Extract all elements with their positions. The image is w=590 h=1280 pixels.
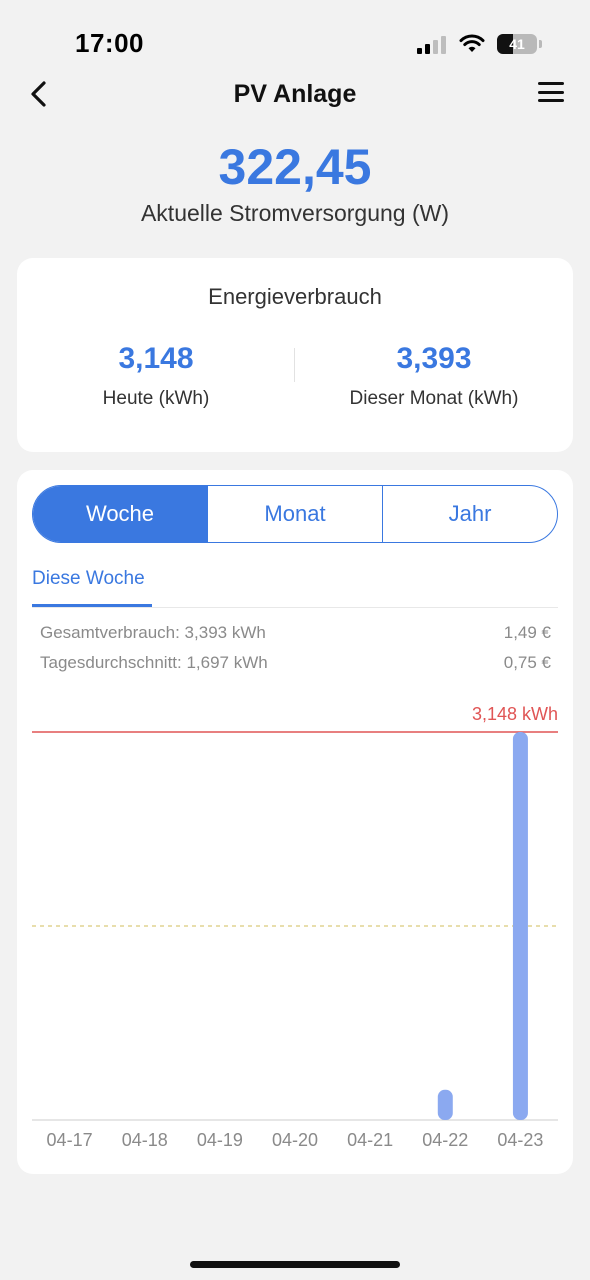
x-tick-label: 04-21 xyxy=(347,1130,393,1150)
tab-jahr[interactable]: Jahr xyxy=(382,486,557,542)
subtab-diese-woche[interactable]: Diese Woche xyxy=(32,568,145,590)
period-segmented-control: Woche Monat Jahr xyxy=(32,485,558,543)
max-value-label: 3,148 kWh xyxy=(472,704,558,724)
x-tick-label: 04-23 xyxy=(497,1130,543,1150)
cellular-signal-icon xyxy=(417,34,447,54)
tab-woche[interactable]: Woche xyxy=(33,486,207,542)
x-tick-label: 04-17 xyxy=(47,1130,93,1150)
weekly-bar-chart: 3,148 kWh 04-17 04-18 04-19 04-20 04-21 04-22 0… xyxy=(32,704,558,1150)
energy-card-title: Energieverbrauch xyxy=(208,284,382,309)
x-tick-label: 04-19 xyxy=(197,1130,243,1150)
page-title: PV Anlage xyxy=(233,80,357,108)
month-value: 3,393 xyxy=(396,342,472,375)
today-stat: 3,148 Heute (kWh) xyxy=(17,342,295,410)
average-summary-row: Tagesdurchschnitt: 1,697 kWh 0,75 € xyxy=(40,653,551,673)
hamburger-menu-icon[interactable] xyxy=(538,80,564,104)
total-cost: 1,49 € xyxy=(503,623,551,642)
battery-level: 41 xyxy=(509,36,525,52)
x-tick-label: 04-22 xyxy=(422,1130,468,1150)
nav-bar: PV Anlage xyxy=(0,70,590,118)
battery-icon: 41 xyxy=(497,34,537,54)
today-value: 3,148 xyxy=(118,342,194,375)
current-power-value: 322,45 xyxy=(218,139,372,195)
chart-bar-04-23 xyxy=(512,732,528,1120)
total-consumption-label: Gesamtverbrauch: 3,393 kWh xyxy=(40,623,266,642)
daily-average-label: Tagesdurchschnitt: 1,697 kWh xyxy=(40,653,268,672)
current-power-label: Aktuelle Stromversorgung (W) xyxy=(140,200,450,226)
x-tick-label: 04-18 xyxy=(122,1130,168,1150)
energy-consumption-card: Energieverbrauch 3,148 Heute (kWh) 3,393… xyxy=(17,258,573,452)
average-cost: 0,75 € xyxy=(503,653,551,672)
chart-bar-04-22 xyxy=(437,1089,453,1120)
month-stat: 3,393 Dieser Monat (kWh) xyxy=(295,342,573,410)
consumption-chart-card: Woche Monat Jahr Diese Woche Gesamtverbr… xyxy=(17,470,573,1174)
wifi-icon xyxy=(459,34,485,52)
status-icons: 41 xyxy=(417,30,542,58)
x-tick-label: 04-20 xyxy=(272,1130,318,1150)
tab-monat[interactable]: Monat xyxy=(207,486,382,542)
today-label: Heute (kWh) xyxy=(102,388,210,409)
subtab-separator xyxy=(32,607,558,608)
total-summary-row: Gesamtverbrauch: 3,393 kWh 1,49 € xyxy=(40,623,551,643)
home-indicator xyxy=(190,1261,400,1268)
month-label: Dieser Monat (kWh) xyxy=(349,388,519,409)
status-time: 17:00 xyxy=(75,28,144,58)
